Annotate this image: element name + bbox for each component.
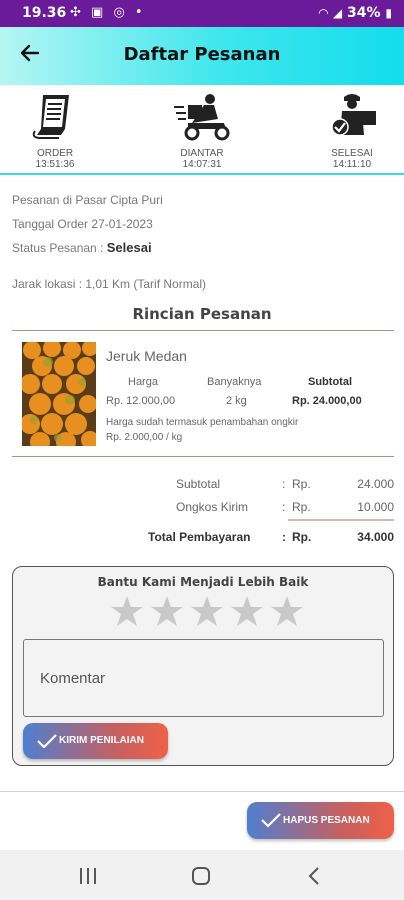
comment-input[interactable]: Komentar: [23, 639, 384, 717]
currency: Rp.: [292, 477, 311, 491]
battery-level: 34%: [347, 5, 381, 21]
receipt-icon: [32, 95, 69, 139]
product-name: Jeruk Medan: [106, 348, 187, 364]
product-qty: 2 kg: [226, 395, 247, 407]
colon: :: [282, 477, 286, 491]
order-status: Selesai: [106, 240, 152, 255]
step-label: ORDER: [36, 148, 74, 159]
order-progress: ORDER 13:51:36 DIANTAR 14:07:31 SELESAI …: [0, 85, 404, 175]
total-value: 34.000: [357, 530, 394, 544]
step-time: 13:51:36: [35, 159, 75, 170]
delete-order-button[interactable]: HAPUS PESANAN: [247, 802, 394, 839]
currency: Rp.: [292, 530, 312, 544]
currency: Rp.: [292, 500, 311, 514]
delivery-scooter-icon: [174, 94, 230, 141]
status-right: ◠ ◢ 34% ▮: [319, 5, 392, 21]
status-bar: 19.36 ✣ ▣ ◎ • ◠ ◢ 34% ▮: [0, 0, 404, 27]
divider: [0, 791, 404, 792]
step-delivering: DIANTAR 14:07:31: [147, 91, 257, 170]
step-order: ORDER 13:51:36: [0, 91, 110, 170]
rating-card: Bantu Kami Menjadi Lebih Baik Komentar K…: [12, 566, 394, 766]
divider: [12, 330, 394, 331]
details-title: Rincian Pesanan: [132, 305, 272, 323]
status-time: 19.36: [22, 5, 67, 21]
step-label: SELESAI: [331, 148, 373, 159]
order-date-label: Tanggal Order: [12, 217, 89, 231]
step-label: DIANTAR: [180, 148, 224, 159]
subtotal-label: Subtotal: [176, 477, 221, 491]
order-distance: Jarak lokasi : 1,01 Km (Tarif Normal): [12, 277, 207, 291]
step-done: SELESAI 14:11:10: [297, 91, 404, 170]
price-note-fee: Rp. 2.000,00 / kg: [106, 432, 183, 443]
shipping-value: 10.000: [357, 500, 394, 514]
home-icon[interactable]: [191, 867, 211, 885]
step-time: 14:11:10: [332, 159, 372, 170]
star-icon[interactable]: [271, 596, 303, 626]
header-qty: Banyaknya: [207, 376, 262, 388]
subtotal-value: 24.000: [357, 477, 394, 491]
battery-icon: ▮: [385, 6, 392, 20]
recent-apps-icon[interactable]: [78, 867, 98, 885]
colon: :: [282, 500, 286, 514]
star-icon[interactable]: [151, 596, 183, 626]
total-label: Total Pembayaran: [148, 530, 251, 544]
page-title: Daftar Pesanan: [123, 44, 281, 65]
order-date-row: Tanggal Order 27-01-2023: [12, 217, 153, 231]
step-time: 14:07:31: [182, 159, 222, 170]
total-divider: [288, 519, 394, 521]
check-icon: [261, 813, 281, 828]
divider: [12, 456, 394, 457]
delete-order-label: HAPUS PESANAN: [283, 815, 370, 826]
star-icon[interactable]: [231, 596, 263, 626]
check-icon: [37, 734, 57, 748]
order-status-label: Status Pesanan :: [12, 241, 104, 255]
shipping-label: Ongkos Kirim: [176, 500, 249, 514]
colon: :: [282, 530, 286, 544]
submit-rating-button[interactable]: KIRIM PENILAIAN: [23, 723, 168, 759]
header-price: Harga: [128, 376, 158, 388]
product-subtotal: Rp. 24.000,00: [292, 395, 362, 407]
star-icon[interactable]: [191, 596, 223, 626]
star-rating[interactable]: [111, 595, 311, 631]
signal-icon: ◢: [332, 6, 343, 20]
comment-placeholder: Komentar: [40, 670, 106, 687]
order-market: Pesanan di Pasar Cipta Puri: [12, 193, 163, 207]
price-note: Harga sudah termasuk penambahan ongkir: [106, 417, 299, 428]
product-image: [22, 342, 96, 446]
submit-rating-label: KIRIM PENILAIAN: [59, 735, 144, 746]
notification-icons: ✣ ▣ ◎ •: [70, 5, 146, 20]
delivered-courier-icon: [331, 94, 376, 136]
star-icon[interactable]: [111, 596, 143, 626]
system-nav-bar: [0, 850, 404, 900]
order-status-row: Status Pesanan : Selesai: [12, 240, 152, 255]
product-price: Rp. 12.000,00: [106, 395, 176, 407]
wifi-icon: ◠: [318, 6, 329, 20]
rating-title: Bantu Kami Menjadi Lebih Baik: [97, 575, 309, 589]
back-nav-icon[interactable]: [307, 867, 321, 885]
order-date: 27-01-2023: [91, 217, 153, 231]
app-header: Daftar Pesanan: [0, 27, 404, 85]
header-subtotal: Subtotal: [308, 376, 352, 388]
